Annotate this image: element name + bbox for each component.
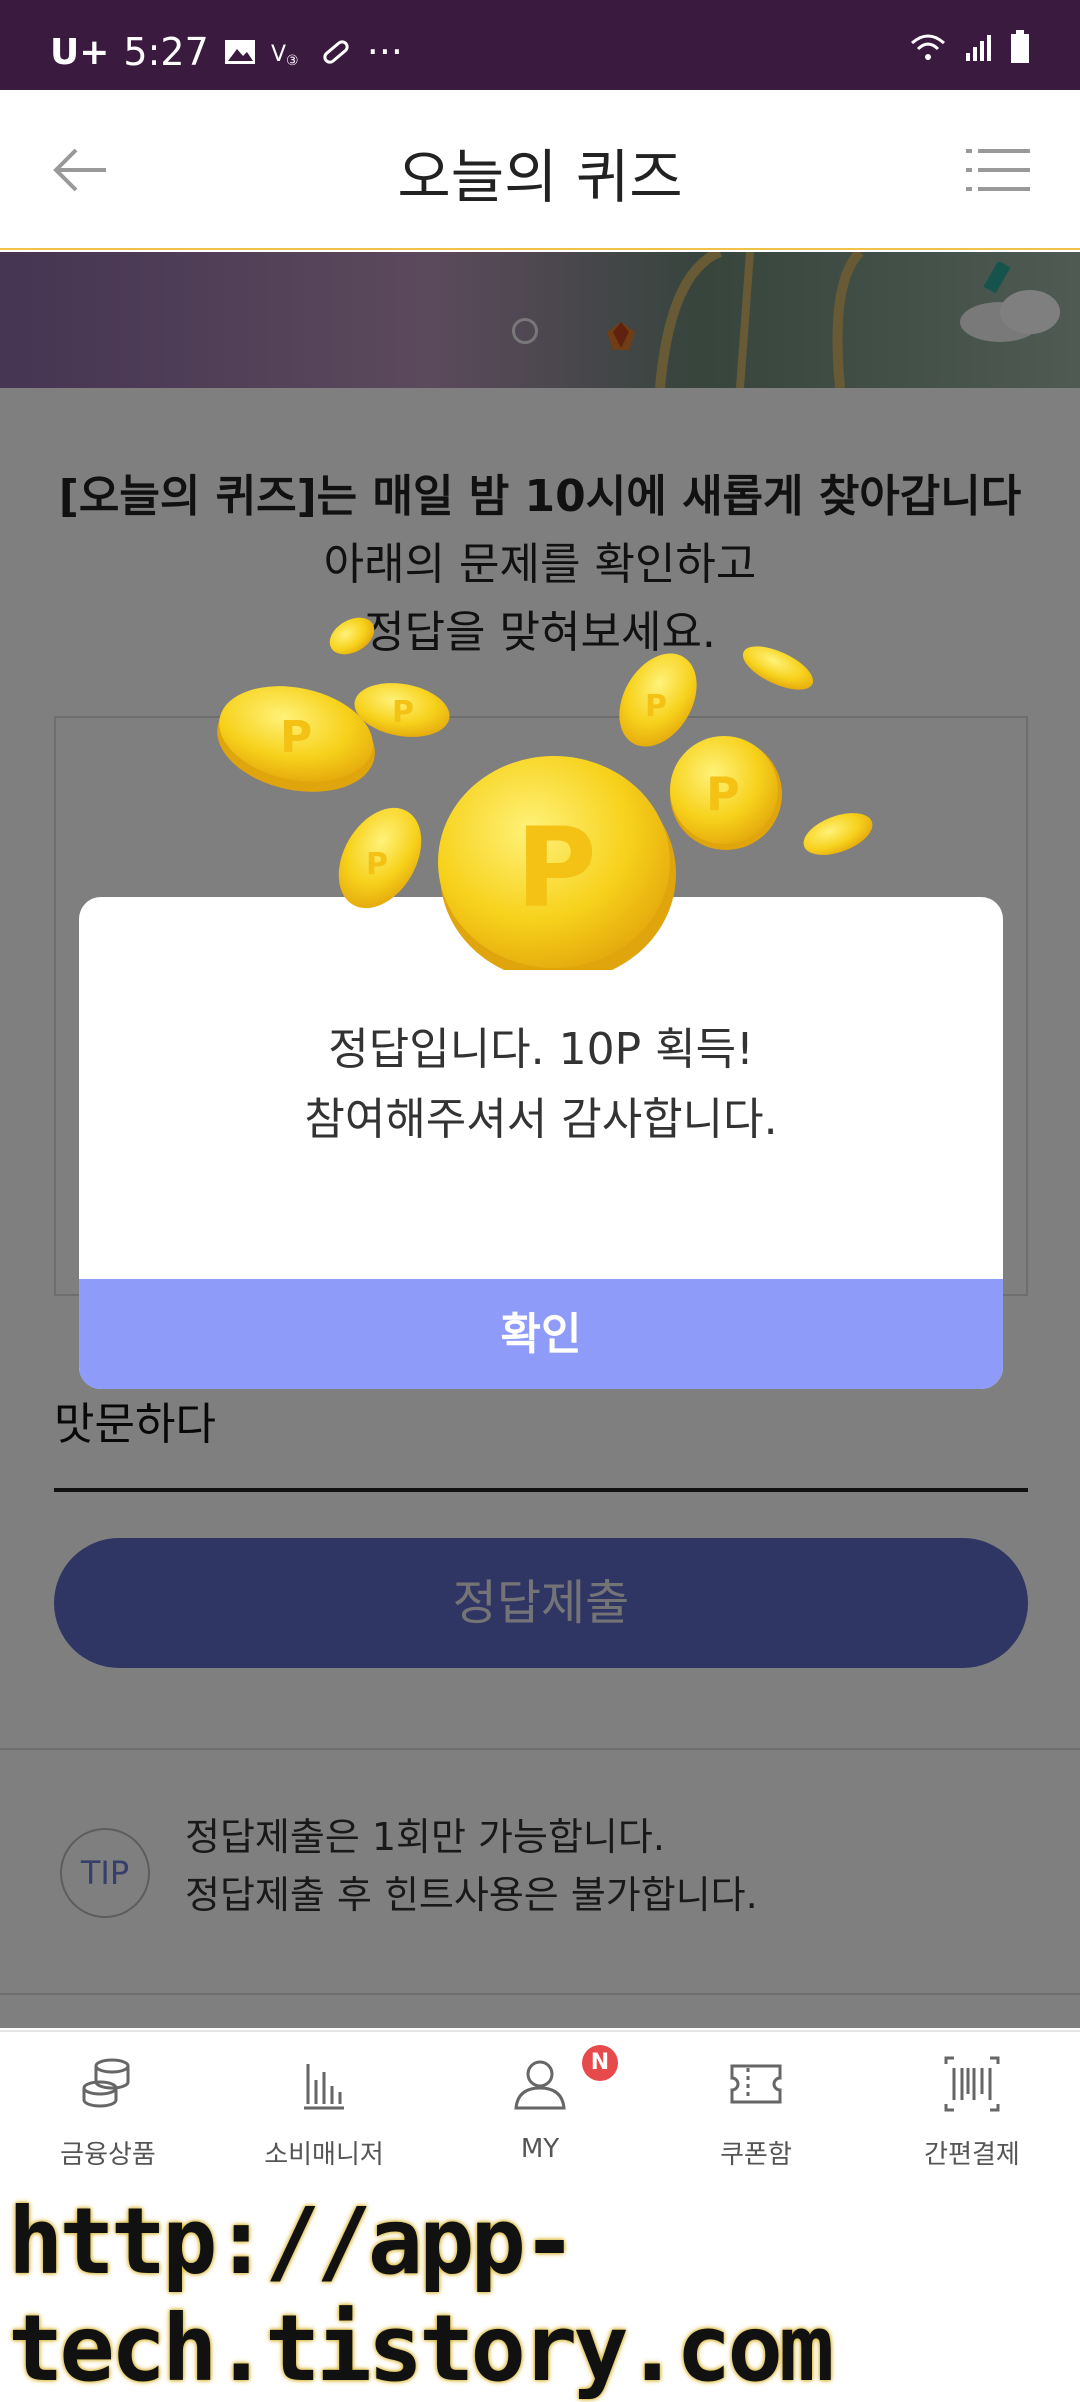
watermark-text: http://app-tech.tistory.com [8, 2188, 834, 2402]
battery-icon [1011, 30, 1029, 63]
result-message: 정답입니다. 10P 획득! 참여해주셔서 감사합니다. [79, 1015, 1003, 1155]
ticket-icon [730, 2064, 782, 2104]
modal-backdrop[interactable] [0, 252, 1080, 388]
person-icon [514, 2060, 566, 2110]
bottom-navigation: 금융상품 소비매니저 MY 쿠폰함 간편결제 [0, 2030, 1080, 2182]
notification-badge: N [582, 2045, 618, 2081]
nav-item-coupons[interactable]: 쿠폰함 [648, 2032, 864, 2182]
bar-chart-icon [304, 2064, 344, 2110]
image-icon [224, 40, 255, 64]
wifi-icon [911, 34, 945, 60]
volte-icon: V③ [271, 42, 299, 67]
nav-item-financial-products[interactable]: 금융상품 [0, 2032, 216, 2182]
watermark-banner: http://app-tech.tistory.com [0, 2178, 1080, 2402]
confirm-button[interactable]: 확인 [79, 1279, 1003, 1389]
nav-item-spending-manager[interactable]: 소비매니저 [216, 2032, 432, 2182]
result-line-2: 참여해주셔서 감사합니다. [304, 1094, 778, 1145]
nav-item-easy-pay[interactable]: 간편결제 [864, 2032, 1080, 2182]
clock: 5:27 [123, 30, 209, 74]
signal-icon [966, 35, 991, 61]
nav-label-easy-pay: 간편결제 [924, 2140, 1020, 2170]
coins-stack-icon [82, 2058, 130, 2108]
result-line-1: 정답입니다. 10P 획득! [328, 1024, 754, 1075]
barcode-icon [944, 2056, 1000, 2112]
status-bar: U+ 5:27 V③ ··· [0, 0, 1080, 90]
nav-label-my: MY [520, 2134, 560, 2164]
pill-icon [323, 40, 349, 64]
nav-label-financial-products: 금융상품 [60, 2140, 156, 2170]
page-title: 오늘의 퀴즈 [397, 143, 683, 211]
svg-text:V: V [271, 42, 286, 67]
menu-icon[interactable] [966, 145, 1030, 195]
nav-label-spending-manager: 소비매니저 [264, 2140, 384, 2170]
more-notifications: ··· [366, 30, 403, 74]
nav-label-coupons: 쿠폰함 [720, 2140, 792, 2170]
svg-text:③: ③ [286, 53, 299, 67]
app-header: 오늘의 퀴즈 [0, 90, 1080, 250]
result-dialog: 정답입니다. 10P 획득! 참여해주셔서 감사합니다. 확인 [79, 897, 1003, 1389]
carrier-label: U+ [50, 31, 110, 73]
